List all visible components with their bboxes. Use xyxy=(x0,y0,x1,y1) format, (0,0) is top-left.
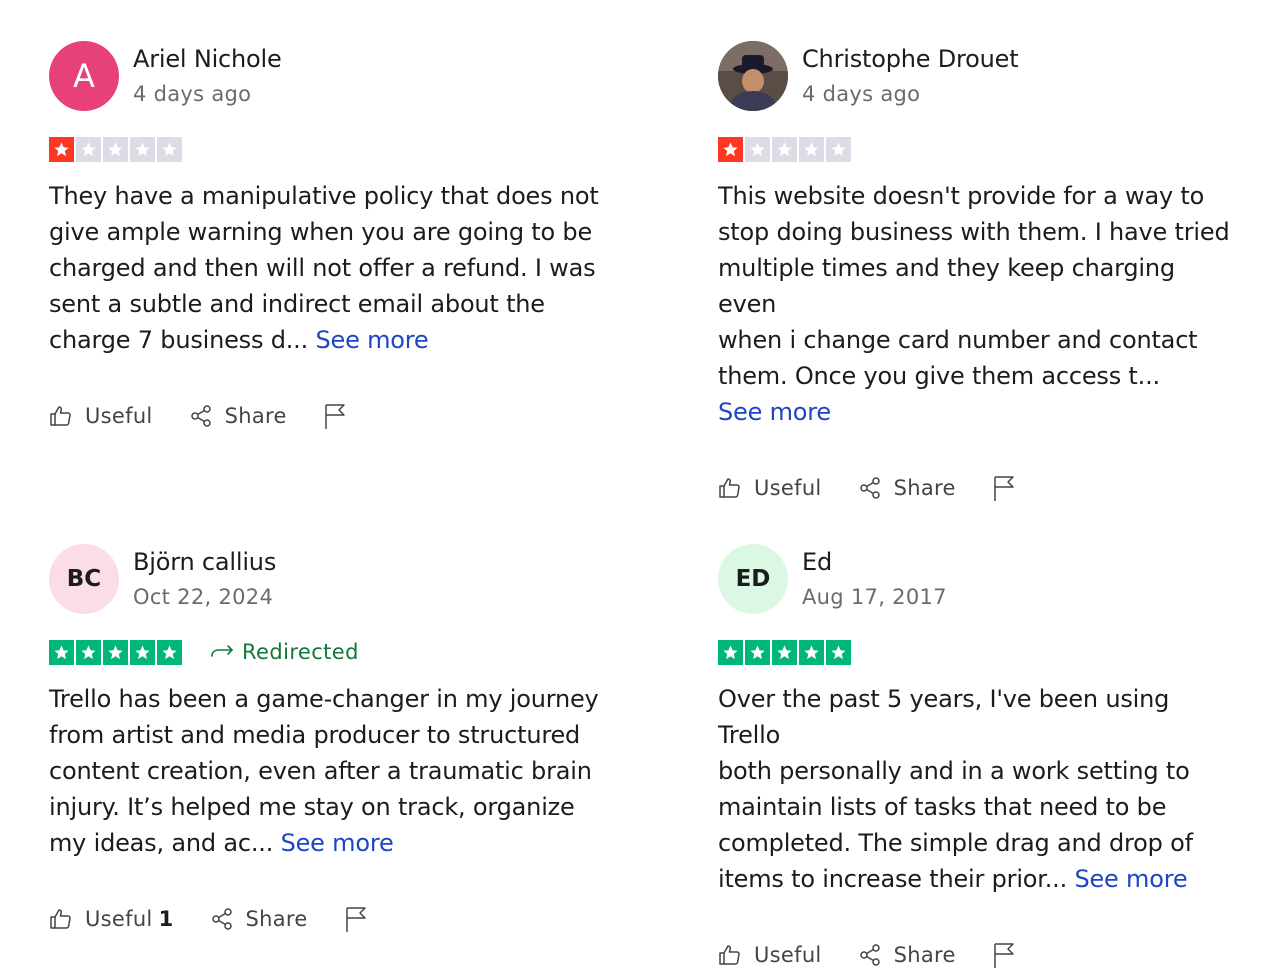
flag-icon xyxy=(324,404,345,429)
star-empty-icon xyxy=(745,136,770,162)
review-date: Aug 17, 2017 xyxy=(802,585,947,609)
star-empty-icon xyxy=(799,136,824,162)
reviewer-name[interactable]: Ariel Nichole xyxy=(133,43,282,75)
report-button[interactable] xyxy=(323,402,359,430)
star-rating xyxy=(49,136,182,162)
star-empty-icon xyxy=(772,136,797,162)
avatar[interactable]: A xyxy=(49,41,119,111)
star-icon xyxy=(76,639,101,665)
see-more-link[interactable]: See more xyxy=(315,326,428,354)
flag-icon xyxy=(993,476,1014,501)
star-icon xyxy=(745,639,770,665)
share-label: Share xyxy=(245,907,308,931)
star-empty-icon xyxy=(826,136,851,162)
avatar[interactable] xyxy=(718,41,788,111)
review-card: ED Ed Aug 17, 2017 Over the past 5 years… xyxy=(718,543,1238,971)
star-icon xyxy=(49,136,74,162)
share-label: Share xyxy=(893,943,956,967)
useful-button[interactable]: Useful 1 xyxy=(49,907,174,931)
reviewer-name[interactable]: Ed xyxy=(802,546,947,578)
rating-row: Redirected xyxy=(49,639,609,665)
review-text-content: This website doesn't provide for a way t… xyxy=(718,182,1230,390)
reviewer-name[interactable]: Björn callius xyxy=(133,546,276,578)
thumbs-up-icon xyxy=(50,909,71,929)
thumbs-up-icon xyxy=(719,945,740,965)
share-button[interactable]: Share xyxy=(858,943,956,967)
star-empty-icon xyxy=(130,136,155,162)
redirected-badge[interactable]: Redirected xyxy=(210,640,359,664)
avatar[interactable]: BC xyxy=(49,544,119,614)
star-icon xyxy=(772,639,797,665)
star-empty-icon xyxy=(103,136,128,162)
review-date: Oct 22, 2024 xyxy=(133,585,274,609)
review-actions: Useful Share xyxy=(718,939,1238,971)
star-rating xyxy=(718,136,851,162)
redirect-arrow-icon xyxy=(211,645,233,657)
share-icon xyxy=(211,908,232,930)
thumbs-up-icon xyxy=(719,478,740,498)
share-icon xyxy=(190,405,211,427)
review-text: This website doesn't provide for a way t… xyxy=(718,178,1238,430)
star-icon xyxy=(157,639,182,665)
star-icon xyxy=(718,136,743,162)
star-rating xyxy=(718,639,851,665)
share-label: Share xyxy=(224,404,287,428)
useful-label: Useful xyxy=(754,943,822,967)
useful-label: Useful xyxy=(85,907,153,931)
review-date: 4 days ago xyxy=(802,82,921,106)
star-empty-icon xyxy=(157,136,182,162)
review-header: BC Björn callius Oct 22, 2024 xyxy=(49,543,609,615)
thumbs-up-icon xyxy=(50,406,71,426)
useful-label: Useful xyxy=(754,476,822,500)
avatar[interactable]: ED xyxy=(718,544,788,614)
report-button[interactable] xyxy=(344,905,380,933)
star-icon xyxy=(49,639,74,665)
star-icon xyxy=(130,639,155,665)
star-rating xyxy=(49,639,182,665)
flag-icon xyxy=(993,943,1014,968)
rating-row xyxy=(49,136,609,162)
profile-photo-icon xyxy=(718,41,788,111)
share-label: Share xyxy=(893,476,956,500)
report-button[interactable] xyxy=(992,941,1028,969)
reviewer-name[interactable]: Christophe Drouet xyxy=(802,43,1019,75)
rating-row xyxy=(718,136,1238,162)
report-button[interactable] xyxy=(992,474,1028,502)
review-card: BC Björn callius Oct 22, 2024 Redirected… xyxy=(49,543,609,935)
share-icon xyxy=(859,944,880,966)
see-more-link[interactable]: See more xyxy=(718,398,831,426)
review-text-content: Over the past 5 years, I've been using T… xyxy=(718,685,1193,893)
share-button[interactable]: Share xyxy=(858,476,956,500)
useful-button[interactable]: Useful xyxy=(718,943,822,967)
star-icon xyxy=(799,639,824,665)
review-actions: Useful Share xyxy=(718,472,1238,504)
review-header: A Ariel Nichole 4 days ago xyxy=(49,40,609,112)
share-icon xyxy=(859,477,880,499)
useful-label: Useful xyxy=(85,404,153,428)
see-more-link[interactable]: See more xyxy=(281,829,394,857)
rating-row xyxy=(718,639,1238,665)
review-header: ED Ed Aug 17, 2017 xyxy=(718,543,1238,615)
review-header: Christophe Drouet 4 days ago xyxy=(718,40,1238,112)
useful-count: 1 xyxy=(158,907,174,931)
review-actions: Useful 1 Share xyxy=(49,903,609,935)
flag-icon xyxy=(345,907,366,932)
redirected-label: Redirected xyxy=(242,640,359,664)
share-button[interactable]: Share xyxy=(189,404,287,428)
review-text: Trello has been a game-changer in my jou… xyxy=(49,681,609,861)
review-date: 4 days ago xyxy=(133,82,252,106)
star-icon xyxy=(718,639,743,665)
star-empty-icon xyxy=(76,136,101,162)
review-actions: Useful Share xyxy=(49,400,609,432)
review-card: A Ariel Nichole 4 days ago They have a m… xyxy=(49,40,609,432)
star-icon xyxy=(103,639,128,665)
review-card: Christophe Drouet 4 days ago This websit… xyxy=(718,40,1238,504)
share-button[interactable]: Share xyxy=(210,907,308,931)
review-text: They have a manipulative policy that doe… xyxy=(49,178,609,358)
see-more-link[interactable]: See more xyxy=(1074,865,1187,893)
star-icon xyxy=(826,639,851,665)
useful-button[interactable]: Useful xyxy=(718,476,822,500)
review-text: Over the past 5 years, I've been using T… xyxy=(718,681,1238,897)
useful-button[interactable]: Useful xyxy=(49,404,153,428)
